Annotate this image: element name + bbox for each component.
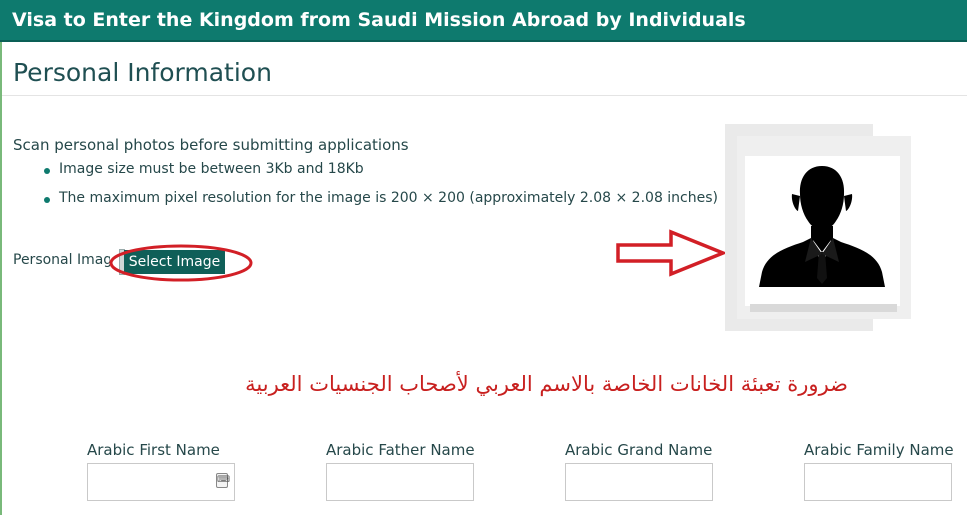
- list-item: Image size must be between 3Kb and 18Kb: [44, 161, 718, 190]
- list-item: The maximum pixel resolution for the ima…: [44, 190, 718, 219]
- scan-instructions-title: Scan personal photos before submitting a…: [13, 136, 409, 154]
- arabic-grand-name-label: Arabic Grand Name: [565, 441, 713, 459]
- section-title: Personal Information: [13, 58, 272, 87]
- arabic-family-name-input[interactable]: [804, 463, 952, 501]
- person-silhouette-icon: [759, 166, 885, 287]
- arabic-name-notice: ضرورة تعبئة الخانات الخاصة بالاسم العربي…: [245, 372, 848, 396]
- scan-requirements-list: Image size must be between 3Kb and 18Kb …: [44, 161, 718, 219]
- left-border: [0, 42, 2, 515]
- arabic-first-name-group: Arabic First Name ⌨: [87, 441, 237, 501]
- page-header-title: Visa to Enter the Kingdom from Saudi Mis…: [12, 9, 746, 31]
- arabic-family-name-group: Arabic Family Name: [804, 441, 954, 501]
- page-header: Visa to Enter the Kingdom from Saudi Mis…: [0, 0, 967, 42]
- arabic-first-name-input[interactable]: [87, 463, 235, 501]
- arabic-grand-name-input[interactable]: [565, 463, 713, 501]
- section-divider: [2, 95, 967, 96]
- personal-image-label: Personal Image: [13, 252, 110, 268]
- arabic-first-name-label: Arabic First Name: [87, 441, 220, 459]
- arabic-father-name-group: Arabic Father Name: [326, 441, 476, 501]
- select-image-button[interactable]: Select Image: [124, 250, 225, 274]
- arrow-right-icon: [616, 229, 727, 277]
- arabic-father-name-label: Arabic Father Name: [326, 441, 475, 459]
- arabic-family-name-label: Arabic Family Name: [804, 441, 954, 459]
- photo-preview: [725, 124, 911, 331]
- arabic-father-name-input[interactable]: [326, 463, 474, 501]
- arabic-grand-name-group: Arabic Grand Name: [565, 441, 715, 501]
- keyboard-icon[interactable]: ⌨: [216, 473, 230, 488]
